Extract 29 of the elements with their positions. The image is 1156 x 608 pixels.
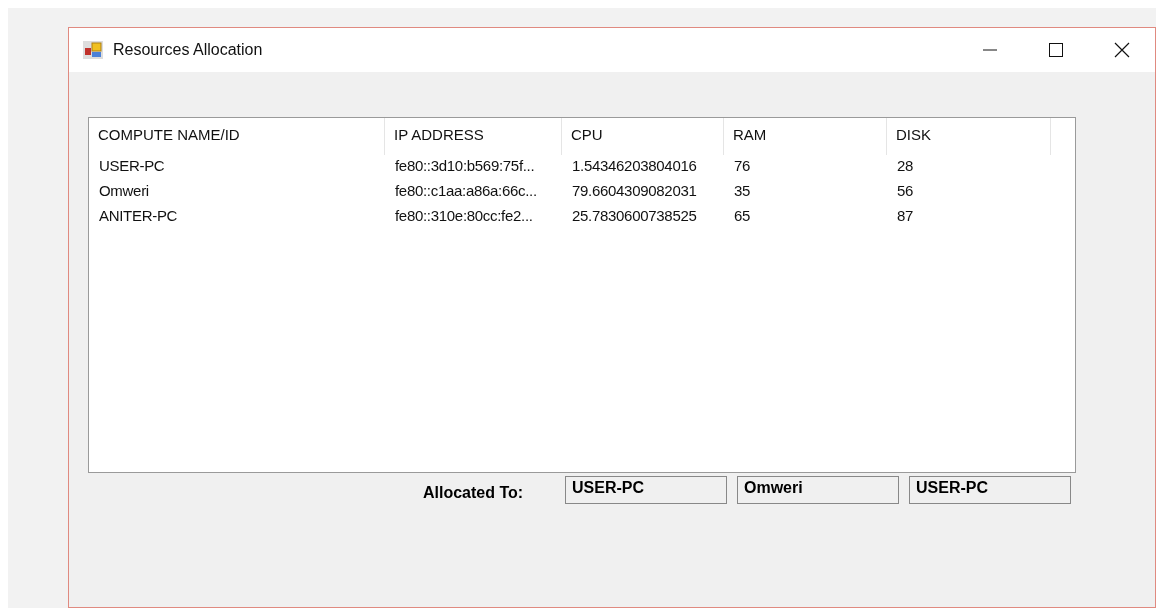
allocation-field: USER-PC: [565, 476, 727, 504]
table-cell: 65: [734, 207, 751, 224]
allocation-field: Omweri: [737, 476, 899, 504]
app-icon: [83, 41, 103, 59]
allocation-field: USER-PC: [909, 476, 1071, 504]
table-cell: 28: [897, 157, 914, 174]
window-title: Resources Allocation: [113, 41, 263, 59]
column-header[interactable]: RAM: [724, 118, 887, 155]
column-header[interactable]: CPU: [562, 118, 724, 155]
table-cell: USER-PC: [99, 157, 165, 174]
table-cell: 35: [734, 182, 751, 199]
column-header[interactable]: IP ADDRESS: [385, 118, 562, 155]
table-cell: 1.54346203804016: [572, 157, 697, 174]
table-cell: fe80::3d10:b569:75f...: [395, 157, 535, 174]
maximize-icon: [1049, 43, 1063, 57]
table-cell: ANITER-PC: [99, 207, 178, 224]
table-cell: 79.6604309082031: [572, 182, 697, 199]
column-header[interactable]: DISK: [887, 118, 1051, 155]
table-cell: 76: [734, 157, 751, 174]
table-cell: fe80::c1aa:a86a:66c...: [395, 182, 537, 199]
allocated-label: Allocated To:: [423, 483, 525, 502]
table-cell: 25.7830600738525: [572, 207, 697, 224]
table-cell: fe80::310e:80cc:fe2...: [395, 207, 533, 224]
minimize-icon: [983, 49, 997, 51]
table-cell: 56: [897, 182, 914, 199]
close-icon: [1114, 42, 1130, 58]
column-header[interactable]: COMPUTE NAME/ID: [89, 118, 385, 155]
table-cell: Omweri: [99, 182, 149, 199]
table-cell: 87: [897, 207, 914, 224]
